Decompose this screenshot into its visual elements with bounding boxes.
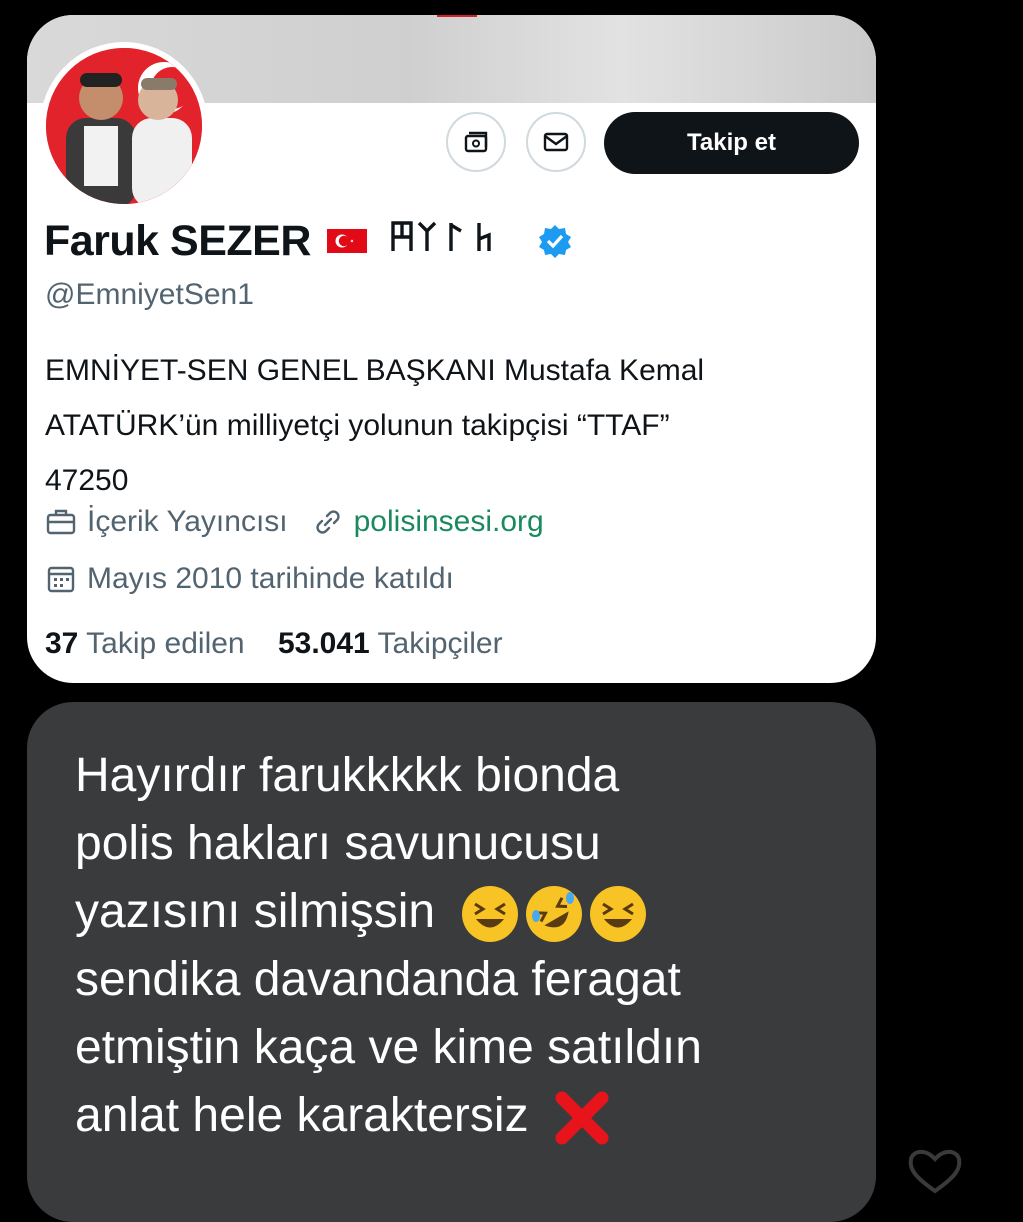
message-line-with-emoji: yazısını silmişsin [75, 878, 855, 946]
link-icon [315, 510, 340, 534]
subscribe-button[interactable] [446, 112, 506, 172]
turkish-flag-icon [326, 229, 367, 253]
message-line-with-emoji: anlat hele karaktersiz [75, 1082, 855, 1150]
cross-mark-emoji [555, 1091, 609, 1145]
name-row: Faruk SEZER [44, 215, 573, 267]
bio-line: ATATÜRK’ün milliyetçi yolunun takipçisi … [45, 409, 670, 442]
display-name: Faruk SEZER [44, 216, 311, 265]
following-link[interactable]: 37 Takip edilen [45, 627, 245, 660]
following-count: 37 [45, 627, 79, 660]
message-line: sendika davandanda feragat [75, 953, 681, 1006]
squint-laugh-emoji [590, 886, 647, 943]
calendar-icon [47, 566, 75, 593]
subscribe-icon [464, 131, 488, 153]
followers-count: 53.041 [277, 627, 370, 660]
heart-icon[interactable] [905, 1145, 965, 1195]
banner-graphic [437, 15, 477, 17]
followers-label: Takipçiler [377, 627, 503, 660]
message-button[interactable] [526, 112, 586, 172]
rune-text [389, 217, 529, 266]
envelope-icon [543, 132, 569, 152]
avatar-image [46, 48, 202, 204]
following-label: Takip edilen [86, 627, 245, 660]
message-line: Hayırdır farukkkkk bionda [75, 749, 620, 802]
meta-row-category-link: İçerik Yayıncısı polisinsesi.org [45, 505, 544, 539]
verified-icon [538, 225, 571, 258]
category-label: İçerik Yayıncısı [87, 505, 288, 538]
message-line: yazısını silmişsin [75, 885, 436, 938]
follow-button[interactable]: Takip et [604, 112, 859, 174]
followers-link[interactable]: 53.041 Takipçiler [278, 627, 503, 660]
message-bubble[interactable]: Hayırdır farukkkkk bionda polis hakları … [27, 702, 876, 1222]
squint-laugh-emoji [462, 886, 519, 943]
profile-card: Takip et Faruk SEZER @EmniyetSen1 EMNİYE… [27, 15, 876, 683]
meta-row-joined: Mayıs 2010 tarihinde katıldı [45, 562, 454, 596]
briefcase-icon [46, 509, 76, 535]
bio-line: 47250 [45, 464, 129, 497]
handle: @EmniyetSen1 [45, 278, 254, 311]
bio: EMNİYET-SEN GENEL BAŞKANI Mustafa Kemal … [45, 343, 865, 508]
bio-line: EMNİYET-SEN GENEL BAŞKANI Mustafa Kemal [45, 354, 705, 387]
avatar[interactable] [40, 42, 208, 210]
rofl-emoji [526, 886, 583, 943]
website-link[interactable]: polisinsesi.org [354, 505, 544, 539]
message-line: anlat hele karaktersiz [75, 1089, 529, 1142]
message-text: Hayırdır farukkkkk bionda polis hakları … [75, 742, 855, 1150]
message-line: polis hakları savunucusu [75, 817, 601, 870]
follow-stats: 37 Takip edilen 53.041 Takipçiler [45, 627, 503, 661]
joined-date: Mayıs 2010 tarihinde katıldı [87, 562, 454, 595]
message-line: etmiştin kaça ve kime satıldın [75, 1021, 702, 1074]
